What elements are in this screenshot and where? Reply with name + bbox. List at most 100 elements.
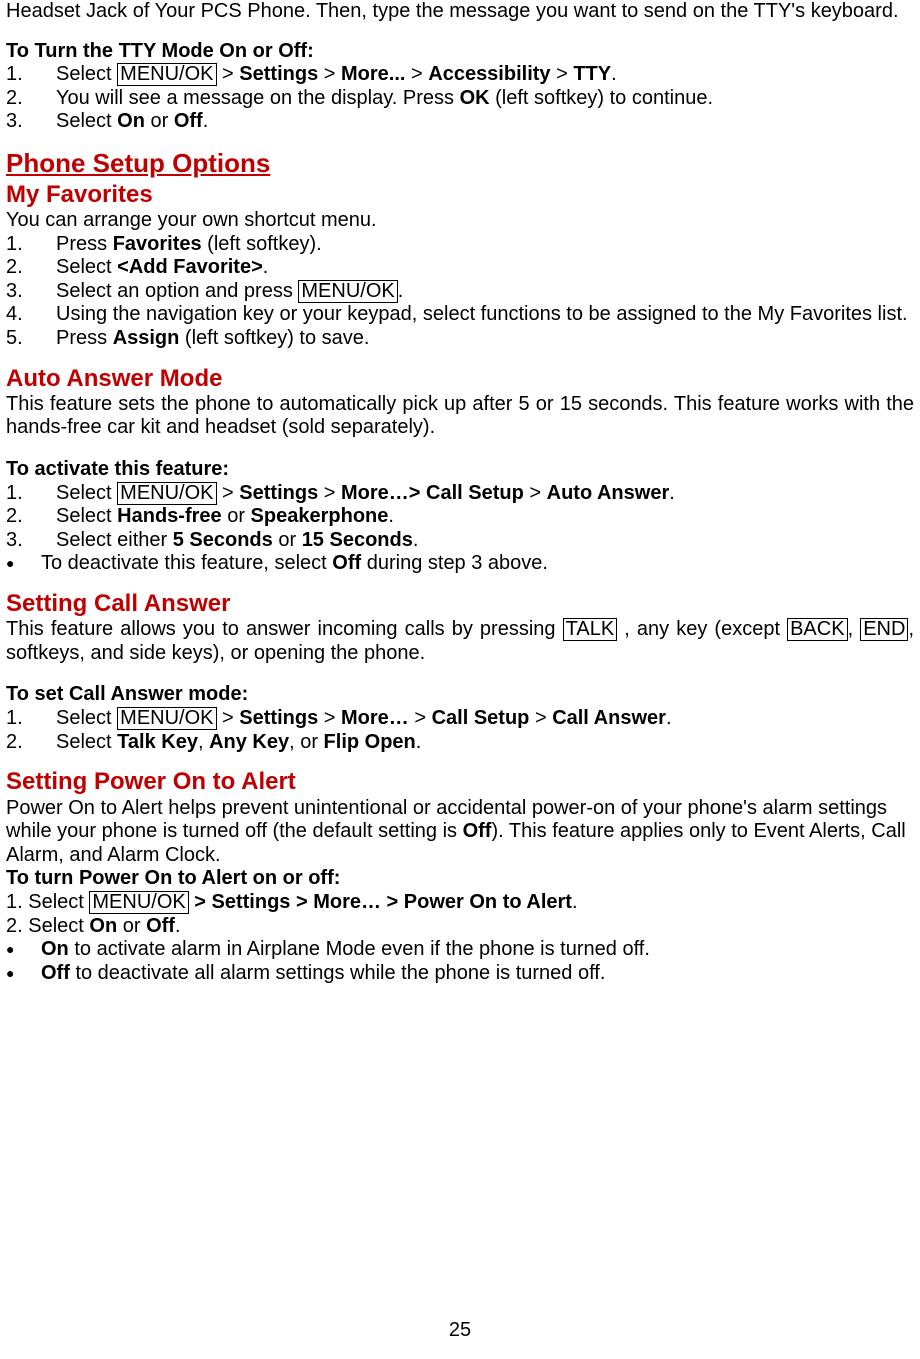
text: Call Answer [552, 707, 666, 729]
step-body: Select On or Off. [56, 110, 914, 134]
list-item: 1. Select MENU/OK > Settings > More... >… [6, 63, 914, 87]
auto-answer-instr-heading: To activate this feature: [6, 458, 914, 482]
text: > [409, 482, 426, 504]
text: > [529, 707, 552, 729]
text: > [551, 63, 574, 85]
text: , or [289, 731, 323, 753]
text: Settings [239, 482, 318, 504]
bullet-body: On to activate alarm in Airplane Mode ev… [41, 938, 914, 962]
text: . [572, 891, 578, 913]
text: Off [41, 962, 70, 984]
text: . [175, 915, 181, 937]
text: TTY [573, 63, 611, 85]
text: Press [56, 327, 113, 349]
text: Settings [239, 63, 318, 85]
text: To deactivate this feature, select [41, 552, 332, 574]
list-item: 1. Select MENU/OK > Settings > More… > C… [6, 707, 914, 731]
power-on-alert-paragraph: Power On to Alert helps prevent unintent… [6, 797, 914, 868]
page-number: 25 [0, 1319, 920, 1343]
text: > [318, 63, 341, 85]
text: or [117, 915, 146, 937]
text: Off [332, 552, 361, 574]
text: > Settings > More… > Power On to Alert [189, 891, 572, 913]
my-favorites-paragraph: You can arrange your own shortcut menu. [6, 209, 914, 233]
text: More… [341, 482, 409, 504]
text: You will see a message on the display. P… [56, 87, 460, 109]
step-number: 1. [6, 63, 56, 87]
text: Select either [56, 529, 173, 551]
menuok-key: MENU/OK [89, 891, 188, 914]
text: On [41, 938, 69, 960]
text: This feature allows you to answer incomi… [6, 618, 563, 640]
step-number: 4. [6, 303, 56, 327]
text: Call Setup [432, 707, 530, 729]
text: OK [460, 87, 490, 109]
text: Select [56, 505, 117, 527]
text: Select [56, 482, 117, 504]
list-item: ● To deactivate this feature, select Off… [6, 552, 914, 576]
text: during step 3 above. [361, 552, 548, 574]
auto-answer-paragraph: This feature sets the phone to automatic… [6, 393, 914, 440]
text: > [524, 482, 547, 504]
text: . [666, 707, 672, 729]
text: > [217, 482, 240, 504]
step-body: Press Favorites (left softkey). [56, 233, 914, 257]
text: Headset Jack of Your PCS Phone. Then, ty… [6, 0, 805, 22]
text: > [409, 707, 432, 729]
power-on-alert-heading: Setting Power On to Alert [6, 768, 914, 796]
step-number: 1. [6, 482, 56, 506]
text: Off [174, 110, 203, 132]
bullet-body: To deactivate this feature, select Off d… [41, 552, 914, 576]
power-step-1: 1. Select MENU/OK > Settings > More… > P… [6, 891, 914, 915]
text: or [273, 529, 302, 551]
step-number: 3. [6, 280, 56, 304]
text: Auto Answer [547, 482, 670, 504]
spacer [6, 440, 914, 458]
text: Off [146, 915, 175, 937]
list-item: 3. Select On or Off. [6, 110, 914, 134]
text: Hands-free [117, 505, 221, 527]
text: Call Setup [426, 482, 524, 504]
text: . [398, 280, 404, 302]
auto-answer-heading: Auto Answer Mode [6, 365, 914, 393]
text: On [89, 915, 117, 937]
text: > [217, 63, 240, 85]
call-answer-instr-heading: To set Call Answer mode: [6, 683, 914, 707]
text: > [405, 63, 428, 85]
text: Select [56, 110, 117, 132]
text: Select [56, 731, 117, 753]
step-body: Select Talk Key, Any Key, or Flip Open. [56, 731, 914, 755]
document-page: Headset Jack of Your PCS Phone. Then, ty… [0, 0, 920, 1359]
power-step-2: 2. Select On or Off. [6, 915, 914, 939]
text: , any key (except [617, 618, 787, 640]
text: <Add Favorite> [117, 256, 263, 278]
text: . [611, 63, 617, 85]
step-body: Select an option and press MENU/OK. [56, 280, 914, 304]
text: 15 Seconds [302, 529, 413, 551]
text: (left softkey) to continue. [490, 87, 713, 109]
list-item: 4. Using the navigation key or your keyp… [6, 303, 914, 327]
text: More... [341, 63, 405, 85]
spacer [6, 665, 914, 683]
text: Select [56, 63, 117, 85]
call-answer-steps: 1. Select MENU/OK > Settings > More… > C… [6, 707, 914, 754]
menuok-key: MENU/OK [117, 707, 216, 730]
power-on-alert-bullets: ● On to activate alarm in Airplane Mode … [6, 938, 914, 985]
bullet-body: Off to deactivate all alarm settings whi… [41, 962, 914, 986]
list-item: ● On to activate alarm in Airplane Mode … [6, 938, 914, 962]
text: or [145, 110, 174, 132]
step-number: 2. [6, 256, 56, 280]
call-answer-heading: Setting Call Answer [6, 590, 914, 618]
text: Speakerphone [251, 505, 389, 527]
auto-answer-steps: 1. Select MENU/OK > Settings > More…> Ca… [6, 482, 914, 553]
text: . [416, 731, 422, 753]
text: 5 Seconds [173, 529, 273, 551]
text: Press [56, 233, 113, 255]
text: Power On to Alert helps prevent unintent… [6, 797, 743, 819]
list-item: 2. Select Talk Key, Any Key, or Flip Ope… [6, 731, 914, 755]
step-number: 3. [6, 110, 56, 134]
text: . [263, 256, 269, 278]
text: (left softkey) to save. [179, 327, 369, 349]
text: keyboard. [811, 0, 899, 22]
text: . [413, 529, 419, 551]
